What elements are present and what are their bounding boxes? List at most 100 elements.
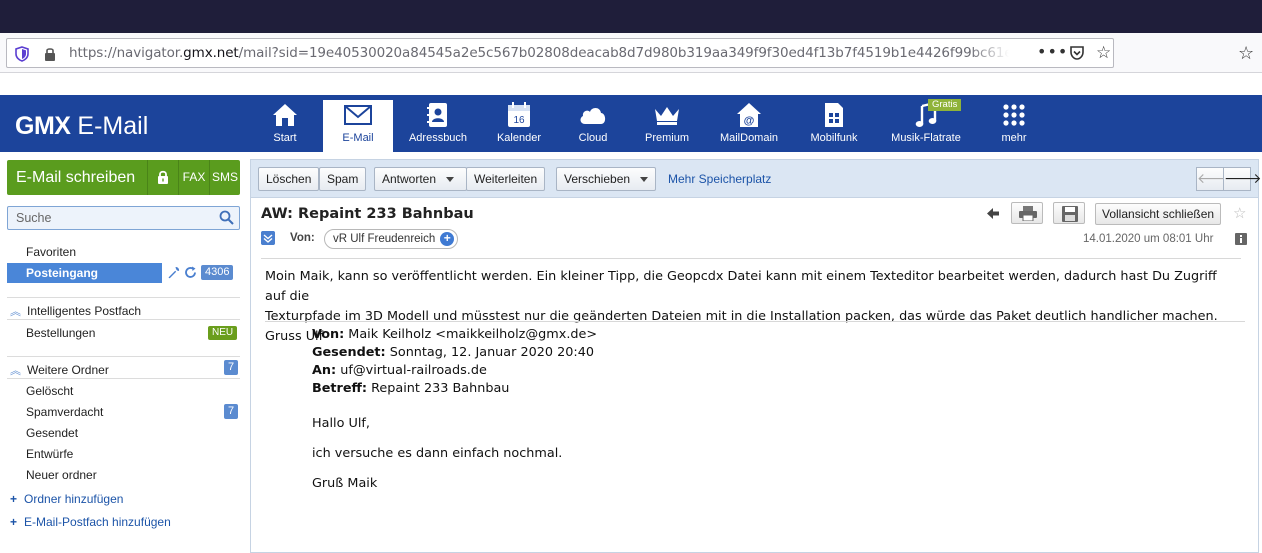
divider: [7, 378, 240, 379]
divider: [7, 319, 240, 320]
add-mailbox-link[interactable]: + E-Mail-Postfach hinzufügen: [10, 515, 171, 529]
close-fullview-button[interactable]: Vollansicht schließen: [1095, 203, 1222, 225]
divider: [7, 356, 240, 357]
chevron-down-icon[interactable]: [640, 177, 649, 183]
gratis-badge: Gratis: [928, 99, 962, 111]
svg-text:@: @: [744, 115, 755, 127]
search-input[interactable]: Suche: [7, 206, 240, 230]
previous-mail-button[interactable]: 🡐: [1196, 167, 1235, 191]
next-mail-button[interactable]: 🡒: [1223, 167, 1262, 191]
divider: [261, 258, 1241, 259]
chevron-down-icon[interactable]: [446, 177, 455, 183]
delete-button[interactable]: Löschen: [258, 167, 320, 191]
sidebar-item-bestellungen[interactable]: Bestellungen: [26, 326, 95, 340]
section-intelligentes-postfach[interactable]: ︽ Intelligentes Postfach: [10, 303, 141, 319]
spamverdacht-count-badge: 7: [224, 404, 239, 419]
sidebar-item-posteingang[interactable]: Posteingang 4306: [7, 263, 240, 283]
nav-kalender[interactable]: 16 Kalender: [483, 100, 555, 152]
move-button[interactable]: Verschieben: [556, 167, 657, 191]
quote-to: An: uf@virtual-railroads.de: [312, 363, 487, 378]
wrench-icon[interactable]: [167, 266, 180, 279]
from-label: Von:: [290, 232, 315, 244]
bookmarks-star-icon[interactable]: ☆: [1238, 43, 1254, 64]
nav-musik-flatrate[interactable]: Musik-Flatrate Gratis: [882, 99, 970, 152]
quote-sent: Gesendet: Sonntag, 12. Januar 2020 20:40: [312, 345, 594, 360]
divider: [7, 297, 240, 298]
svg-text:16: 16: [513, 115, 525, 126]
quote-greeting: Hallo Ulf,: [312, 416, 370, 431]
sms-button[interactable]: SMS: [209, 160, 240, 195]
mail-subject: AW: Repaint 233 Bahnbau: [261, 206, 474, 222]
add-contact-icon[interactable]: +: [440, 232, 455, 246]
fax-button[interactable]: FAX: [178, 160, 209, 195]
sidebar-item-favoriten[interactable]: Favoriten: [26, 245, 76, 259]
calendar-icon: 16: [508, 102, 530, 127]
nav-email[interactable]: E-Mail: [323, 100, 393, 152]
tracking-shield-icon[interactable]: [15, 46, 29, 62]
url-bar[interactable]: https://navigator.gmx.net/mail?sid=19e40…: [6, 38, 1114, 68]
info-icon[interactable]: [1235, 233, 1247, 245]
maildomain-icon: @: [737, 103, 761, 127]
save-button[interactable]: [1053, 202, 1085, 224]
sidebar-item-gesendet[interactable]: Gesendet: [26, 426, 78, 440]
inbox-label[interactable]: Posteingang: [7, 263, 162, 283]
mail-toolbar: Löschen Spam Antworten Weiterleiten Vers…: [251, 160, 1262, 198]
compose-email-button[interactable]: E-Mail schreiben: [7, 160, 147, 195]
gmx-header: GMX E-Mail Start E-Mail Adressbuch 16 Ka…: [0, 95, 1262, 152]
spam-button[interactable]: Spam: [319, 167, 367, 191]
nav-premium[interactable]: Premium: [636, 100, 698, 152]
more-storage-link[interactable]: Mehr Speicherplatz: [668, 172, 771, 186]
mail-view: Löschen Spam Antworten Weiterleiten Vers…: [250, 159, 1262, 553]
search-icon[interactable]: [219, 210, 234, 225]
lock-icon[interactable]: [43, 46, 57, 62]
forward-button[interactable]: Weiterleiten: [466, 167, 546, 191]
collapse-chevron-icon: ︽: [10, 365, 21, 377]
page-actions-menu-icon[interactable]: •••: [1037, 42, 1068, 61]
arrow-right-icon: 🡒: [1224, 171, 1262, 187]
mail-date: 14.01.2020 um 08:01 Uhr: [1083, 233, 1214, 245]
sidebar-item-entwuerfe[interactable]: Entwürfe: [26, 447, 73, 461]
lock-button[interactable]: [147, 160, 178, 195]
addressbook-icon: [427, 103, 447, 127]
refresh-icon[interactable]: [184, 266, 197, 279]
add-folder-link[interactable]: + Ordner hinzufügen: [10, 492, 123, 506]
nav-maildomain[interactable]: @ MailDomain: [713, 100, 785, 152]
sender-chip[interactable]: vR Ulf Freudenreich +: [324, 229, 459, 249]
nav-mehr[interactable]: mehr: [994, 100, 1034, 152]
pocket-icon[interactable]: [1069, 45, 1085, 61]
reply-arrow-icon[interactable]: [987, 208, 999, 219]
simcard-icon: [825, 103, 843, 127]
sidebar-item-spamverdacht[interactable]: Spamverdacht: [26, 405, 103, 419]
compose-group: E-Mail schreiben FAX SMS: [7, 160, 240, 195]
favorite-star-icon[interactable]: ☆: [1233, 204, 1246, 222]
quote-from: Von: Maik Keilholz <maikkeilholz@gmx.de>: [312, 327, 598, 342]
browser-toolbar: https://navigator.gmx.net/mail?sid=19e40…: [0, 33, 1262, 73]
nav-mobilfunk[interactable]: Mobilfunk: [803, 100, 865, 152]
quote-subject: Betreff: Repaint 233 Bahnbau: [312, 381, 510, 396]
reply-button[interactable]: Antworten: [374, 167, 467, 191]
url-text[interactable]: https://navigator.gmx.net/mail?sid=19e40…: [69, 45, 1009, 61]
gmx-logo[interactable]: GMX E-Mail: [15, 112, 148, 141]
plus-icon: +: [10, 515, 18, 529]
sidebar-item-geloescht[interactable]: Gelöscht: [26, 384, 73, 398]
nav-cloud[interactable]: Cloud: [566, 100, 620, 152]
body-line: Moin Maik, kann so veröffentlicht werden…: [265, 269, 1217, 304]
quote-divider: [265, 321, 1245, 322]
expand-header-icon[interactable]: [261, 231, 275, 245]
quote-closing: Gruß Maik: [312, 476, 378, 491]
print-button[interactable]: [1011, 202, 1043, 224]
envelope-icon: [344, 105, 372, 125]
nav-start[interactable]: Start: [262, 100, 308, 152]
weitere-ordner-count-badge: 7: [224, 360, 239, 375]
section-weitere-ordner[interactable]: ︽ Weitere Ordner: [10, 362, 109, 378]
nav-adressbuch[interactable]: Adressbuch: [403, 100, 473, 152]
floppy-disk-icon: [1062, 206, 1078, 222]
bookmark-star-icon[interactable]: ☆: [1096, 43, 1111, 63]
inbox-count-badge: 4306: [201, 265, 234, 280]
plus-icon: +: [10, 492, 18, 506]
collapse-chevron-icon: ︽: [10, 306, 21, 318]
sidebar-item-neuer-ordner[interactable]: Neuer ordner: [26, 468, 97, 482]
sidebar: E-Mail schreiben FAX SMS Suche Favoriten…: [0, 152, 248, 553]
search-placeholder: Suche: [16, 211, 52, 225]
printer-icon: [1019, 206, 1037, 221]
